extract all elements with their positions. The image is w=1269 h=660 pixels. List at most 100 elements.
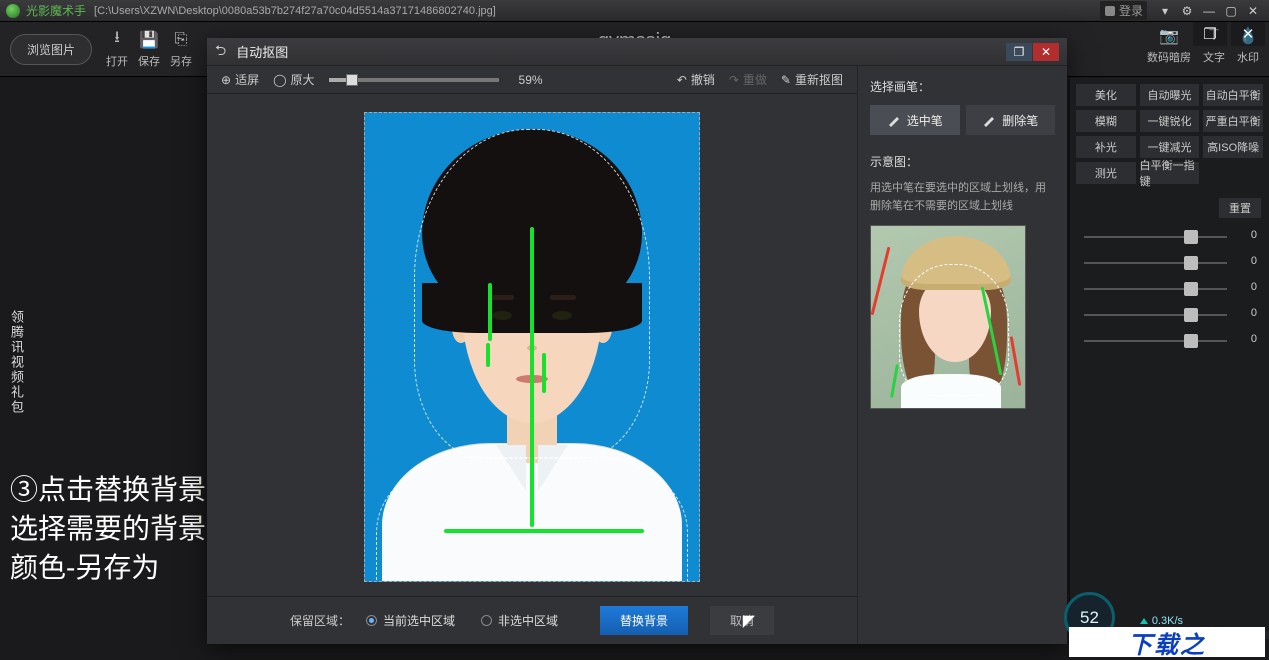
- radio-label: 当前选中区域: [383, 612, 455, 629]
- login-label: 登录: [1119, 2, 1143, 19]
- app-icon: [6, 4, 20, 18]
- dialog-maximize-button[interactable]: ❐: [1006, 43, 1032, 61]
- brush-hint: 用选中笔在要选中的区域上划线，用删除笔在不需要的区域上划线: [870, 180, 1055, 215]
- undo-button[interactable]: ↶ 撤销: [677, 71, 715, 88]
- login-button[interactable]: 登录: [1100, 1, 1147, 20]
- brush-label: 选择画笔：: [870, 78, 1055, 95]
- zoom-slider[interactable]: [329, 78, 499, 82]
- left-promo-strip[interactable]: 领腾讯视频礼包: [6, 310, 24, 415]
- example-image: [870, 225, 1026, 409]
- close-button[interactable]: ✕: [1243, 3, 1263, 19]
- brush-icon: [887, 113, 901, 127]
- text-label: 文字: [1203, 49, 1225, 65]
- dialog-header: ⮌ 自动抠图 ❐ ✕: [207, 38, 1067, 66]
- select-stroke: [530, 227, 534, 527]
- adjust-slider[interactable]: 0: [1078, 308, 1261, 322]
- adjust-panel: 美化 自动曝光 自动白平衡 模糊 一键锐化 严重白平衡 补光 一键减光 高ISO…: [1069, 78, 1269, 638]
- original-size-button[interactable]: ◯ 原大: [273, 71, 314, 88]
- select-brush-button[interactable]: 选中笔: [870, 105, 960, 135]
- adj-button[interactable]: 补光: [1076, 136, 1136, 158]
- open-icon: ⭳: [107, 30, 127, 50]
- brush-icon: [982, 113, 996, 127]
- overlay-window-controls: ❐ ✕: [1193, 22, 1265, 46]
- camera-icon: 📷: [1159, 26, 1179, 46]
- redo-button[interactable]: ↷ 重做: [729, 71, 767, 88]
- zoom-percent: 59%: [519, 73, 543, 87]
- select-stroke: [486, 343, 490, 367]
- open-label: 打开: [106, 53, 128, 69]
- minimize-button[interactable]: —: [1199, 3, 1219, 19]
- select-stroke: [542, 353, 546, 393]
- saveas-icon: ⎘: [171, 30, 191, 50]
- open-button[interactable]: ⭳ 打开: [106, 30, 128, 69]
- brush-side-panel: 选择画笔： 选中笔 删除笔 示意图： 用选中笔在要选中的区域上划线，用删除笔在不…: [857, 66, 1067, 644]
- recut-button[interactable]: ✎ 重新抠图: [781, 71, 843, 88]
- save-icon: 💾: [139, 30, 159, 50]
- fit-screen-button[interactable]: ⊕ 适屏: [221, 71, 259, 88]
- speed-value: 52: [1080, 608, 1099, 628]
- up-arrow-icon: [1140, 618, 1148, 624]
- dialog-bottom-bar: 保留区域： 当前选中区域 非选中区域 替换背景 取消 ◤: [207, 596, 857, 644]
- dropdown-icon[interactable]: ▾: [1155, 3, 1175, 19]
- darkroom-button[interactable]: 📷 数码暗房: [1147, 26, 1191, 65]
- instruction-line: ③点击替换背景-: [10, 470, 215, 509]
- user-icon: [1104, 5, 1116, 17]
- save-label: 保存: [138, 53, 160, 69]
- delete-stroke: [871, 247, 891, 316]
- adj-button[interactable]: 美化: [1076, 84, 1136, 106]
- settings-icon[interactable]: ⚙: [1177, 3, 1197, 19]
- adj-button[interactable]: 自动曝光: [1140, 84, 1200, 106]
- radio-invert-selection[interactable]: 非选中区域: [481, 612, 558, 629]
- file-path: [C:\Users\XZWN\Desktop\0080a53b7b274f27a…: [94, 5, 496, 17]
- reset-button[interactable]: 重置: [1219, 198, 1261, 218]
- adj-button[interactable]: 严重白平衡: [1203, 110, 1263, 132]
- keep-area-label: 保留区域：: [290, 612, 350, 629]
- adj-button[interactable]: 测光: [1076, 162, 1136, 184]
- instruction-line: 选择需要的背景: [10, 509, 215, 548]
- photo-subject: [364, 113, 700, 582]
- overlay-restore-icon[interactable]: ❐: [1193, 22, 1227, 46]
- delete-brush-button[interactable]: 删除笔: [966, 105, 1056, 135]
- instruction-line: 颜色-另存为: [10, 548, 215, 587]
- download-banner[interactable]: 下载之: [1069, 627, 1265, 657]
- adj-button[interactable]: 自动白平衡: [1203, 84, 1263, 106]
- app-name: 光影魔术手: [26, 2, 86, 19]
- adj-button: [1203, 162, 1263, 184]
- dialog-close-button[interactable]: ✕: [1033, 43, 1059, 61]
- adjust-slider[interactable]: 0: [1078, 334, 1261, 348]
- zoom-slider-handle[interactable]: [346, 74, 358, 86]
- adj-button[interactable]: 一键锐化: [1140, 110, 1200, 132]
- photo-canvas[interactable]: [364, 112, 700, 582]
- browse-button[interactable]: 浏览图片: [10, 34, 92, 65]
- darkroom-label: 数码暗房: [1147, 49, 1191, 65]
- adjust-slider[interactable]: 0: [1078, 256, 1261, 270]
- adj-button[interactable]: 高ISO降噪: [1203, 136, 1263, 158]
- editor-pane: ⊕ 适屏 ◯ 原大 59% ↶ 撤销 ↷ 重做 ✎ 重新抠图: [207, 66, 857, 644]
- adj-button[interactable]: 一键减光: [1140, 136, 1200, 158]
- maximize-button[interactable]: ▢: [1221, 3, 1241, 19]
- adj-button[interactable]: 白平衡一指键: [1140, 162, 1200, 184]
- example-label: 示意图：: [870, 153, 1055, 170]
- saveas-label: 另存: [170, 53, 192, 69]
- adjust-slider[interactable]: 0: [1078, 230, 1261, 244]
- instruction-overlay: ③点击替换背景- 选择需要的背景 颜色-另存为: [10, 470, 215, 588]
- delete-stroke: [1010, 336, 1022, 386]
- select-stroke: [488, 283, 492, 341]
- dialog-title: 自动抠图: [236, 42, 288, 61]
- window-titlebar: 光影魔术手 [C:\Users\XZWN\Desktop\0080a53b7b2…: [0, 0, 1269, 22]
- replace-background-button[interactable]: 替换背景: [600, 606, 688, 635]
- back-icon[interactable]: ⮌: [215, 40, 226, 64]
- adj-button[interactable]: 模糊: [1076, 110, 1136, 132]
- overlay-close-icon[interactable]: ✕: [1231, 22, 1265, 46]
- zoom-toolbar: ⊕ 适屏 ◯ 原大 59% ↶ 撤销 ↷ 重做 ✎ 重新抠图: [207, 66, 857, 94]
- radio-current-selection[interactable]: 当前选中区域: [366, 612, 455, 629]
- select-stroke: [890, 364, 899, 398]
- adjust-slider[interactable]: 0: [1078, 282, 1261, 296]
- radio-dot-icon: [481, 615, 492, 626]
- cursor-icon: ◤: [743, 611, 755, 631]
- watermark-label: 水印: [1237, 49, 1259, 65]
- auto-cutout-dialog: ⮌ 自动抠图 ❐ ✕ ⊕ 适屏 ◯ 原大 59% ↶ 撤销 ↷ 重做 ✎ 重新抠…: [207, 38, 1067, 644]
- radio-dot-icon: [366, 615, 377, 626]
- save-button[interactable]: 💾 保存: [138, 30, 160, 69]
- saveas-button[interactable]: ⎘ 另存: [170, 30, 192, 69]
